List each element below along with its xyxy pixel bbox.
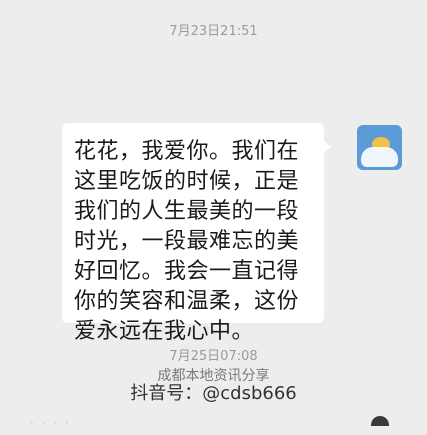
watermark: 成都本地资讯分享 抖音号：@cdsb666: [0, 367, 427, 403]
message-bubble[interactable]: 花花，我爱你。我们在这里吃饭的时候，正是我们的人生最美的一段时光，一段最难忘的美…: [62, 123, 324, 344]
avatar[interactable]: [357, 125, 402, 170]
message-text: 花花，我爱你。我们在这里吃饭的时候，正是我们的人生最美的一段时光，一段最难忘的美…: [74, 139, 300, 344]
next-avatar-partial: [371, 416, 389, 426]
timestamp-top: 7月23日21:51: [169, 24, 258, 39]
timestamp-mid: 7月25日07:08: [169, 349, 258, 364]
bubble-tail: [324, 141, 331, 153]
cloud-icon: [361, 147, 398, 167]
watermark-line2: 抖音号：@cdsb666: [130, 383, 297, 404]
partial-next-message: · · · ·: [30, 408, 397, 435]
dots-hint: · · · ·: [30, 416, 71, 430]
